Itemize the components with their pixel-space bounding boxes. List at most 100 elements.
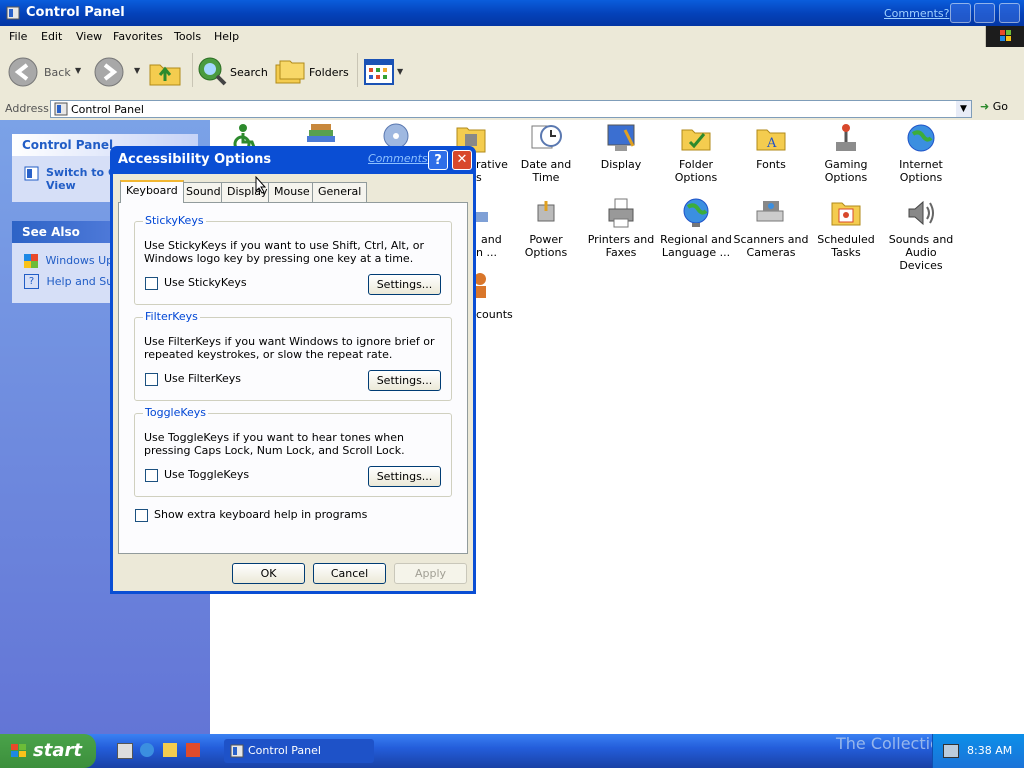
address-input[interactable]: Control Panel ▼ (50, 100, 972, 118)
extra-help-checkbox[interactable] (135, 509, 148, 522)
switch-view-link[interactable]: Switch to C View (24, 166, 116, 192)
switch-view-line2: View (46, 179, 76, 192)
joystick-icon (836, 124, 856, 151)
filterkeys-group: FilterKeys Use FilterKeys if you want Wi… (134, 310, 452, 401)
filterkeys-settings-button[interactable]: Settings... (368, 370, 441, 391)
stickykeys-settings-button[interactable]: Settings... (368, 274, 441, 295)
start-button[interactable]: start (0, 734, 96, 768)
partial-label-5: counts (476, 308, 513, 321)
menu-tools[interactable]: Tools (174, 30, 201, 43)
partial-network-icon[interactable] (474, 210, 490, 224)
start-label: start (33, 740, 82, 761)
minimize-button[interactable] (950, 3, 971, 23)
togglekeys-description: Use ToggleKeys if you want to hear tones… (144, 431, 405, 457)
show-desktop-icon[interactable] (117, 743, 133, 759)
ok-button[interactable]: OK (232, 563, 305, 584)
go-arrow-icon: ➜ (980, 100, 990, 113)
up-folder-icon[interactable] (148, 57, 182, 87)
maximize-button[interactable] (974, 3, 995, 23)
menu-favorites[interactable]: Favorites (113, 30, 163, 43)
cp-internet-options-label: Internet Options (899, 158, 943, 184)
see-also-help[interactable]: ? Help and Sup (24, 274, 120, 289)
filterkeys-title: FilterKeys (143, 310, 200, 323)
cancel-button[interactable]: Cancel (313, 563, 386, 584)
windows-flag-icon (11, 744, 26, 757)
media-player-icon[interactable] (186, 743, 200, 757)
cp-display-label: Display (600, 158, 642, 171)
toolbar: Back ▼ ▼ Search Folders ▼ (0, 47, 1024, 99)
calendar-icon (831, 202, 861, 226)
filterkeys-checkbox[interactable] (145, 373, 158, 386)
keyboard-tab-panel: StickyKeys Use StickyKeys if you want to… (118, 202, 468, 554)
cp-scanners-cameras-label: Scanners and Cameras (733, 233, 809, 259)
help-button[interactable]: ? (428, 150, 448, 170)
address-dropdown-icon[interactable]: ▼ (956, 101, 971, 117)
switch-view-line1: Switch to C (46, 166, 117, 179)
cp-printers-faxes[interactable]: Printers and Faxes (583, 197, 659, 259)
user-accounts-icon[interactable] (474, 272, 490, 298)
dialog-body: Keyboard Sound Display Mouse General Sti… (113, 174, 473, 591)
views-button[interactable]: ▼ (364, 59, 403, 88)
cp-gaming-options[interactable]: Gaming Options (808, 122, 884, 184)
cp-power-options[interactable]: Power Options (508, 197, 584, 259)
cp-fonts[interactable]: A Fonts (733, 122, 809, 171)
folders-label: Folders (309, 66, 349, 79)
cp-sounds-audio[interactable]: Sounds and Audio Devices (883, 197, 959, 272)
extra-help-label[interactable]: Show extra keyboard help in programs (154, 508, 367, 521)
internet-explorer-icon[interactable] (140, 743, 154, 757)
menu-view[interactable]: View (76, 30, 102, 43)
togglekeys-checkbox[interactable] (145, 469, 158, 482)
tab-mouse[interactable]: Mouse (268, 182, 316, 202)
cp-folder-options[interactable]: Folder Options (658, 122, 734, 184)
taskbar-control-panel[interactable]: Control Panel (224, 739, 374, 763)
tab-general[interactable]: General (312, 182, 368, 202)
togglekeys-checkbox-label[interactable]: Use ToggleKeys (164, 468, 249, 481)
explorer-icon[interactable] (163, 743, 177, 757)
window-titlebar[interactable]: Control Panel Comments? (0, 0, 1024, 26)
comments-link[interactable]: Comments? (884, 7, 949, 20)
display-icon (607, 124, 635, 151)
see-also-windows-update[interactable]: Windows Upd (24, 254, 120, 268)
tab-sound[interactable]: Sound (180, 182, 227, 202)
toolbar-divider (192, 53, 193, 87)
cp-display[interactable]: Display (583, 122, 659, 171)
cp-printers-faxes-label: Printers and Faxes (587, 233, 655, 259)
clock[interactable]: 8:38 AM (967, 744, 1012, 757)
tab-keyboard[interactable]: Keyboard (120, 180, 184, 203)
stickykeys-description: Use StickyKeys if you want to use Shift,… (144, 239, 424, 265)
control-panel-icon (6, 6, 20, 20)
folders-button[interactable]: Folders (274, 55, 349, 90)
power-icon (537, 201, 555, 222)
chevron-down-icon[interactable]: ▼ (397, 67, 403, 76)
folder-icon (681, 129, 711, 151)
filterkeys-description: Use FilterKeys if you want Windows to ig… (144, 335, 435, 361)
search-icon (198, 57, 227, 86)
cp-internet-options[interactable]: Internet Options (883, 122, 959, 184)
dialog-comments-link[interactable]: Comments? (368, 152, 433, 165)
speaker-icon (908, 200, 934, 226)
chevron-down-icon[interactable]: ▼ (75, 66, 81, 75)
network-icon[interactable] (943, 744, 959, 758)
forward-arrow-icon (94, 57, 124, 87)
stickykeys-checkbox-label[interactable]: Use StickyKeys (164, 276, 247, 289)
menu-help[interactable]: Help (214, 30, 239, 43)
go-button[interactable]: ➜ Go (980, 100, 1008, 113)
cp-scheduled-tasks[interactable]: Scheduled Tasks (808, 197, 884, 259)
search-button[interactable]: Search (196, 55, 268, 90)
close-button[interactable] (999, 3, 1020, 23)
apply-button[interactable]: Apply (394, 563, 467, 584)
forward-button[interactable]: ▼ (94, 57, 140, 90)
cp-regional-language[interactable]: Regional and Language ... (658, 197, 734, 259)
menu-edit[interactable]: Edit (41, 30, 62, 43)
cp-date-time[interactable]: Date and Time (508, 122, 584, 184)
cp-scanners-cameras[interactable]: Scanners and Cameras (733, 197, 809, 259)
back-button[interactable]: Back ▼ (8, 57, 81, 90)
cp-sounds-audio-label: Sounds and Audio Devices (888, 233, 954, 272)
togglekeys-settings-button[interactable]: Settings... (368, 466, 441, 487)
dialog-close-button[interactable]: ✕ (452, 150, 472, 170)
stickykeys-checkbox[interactable] (145, 277, 158, 290)
partial-label-2: s (476, 171, 482, 184)
chevron-down-icon[interactable]: ▼ (134, 66, 140, 75)
menu-file[interactable]: File (9, 30, 27, 43)
filterkeys-checkbox-label[interactable]: Use FilterKeys (164, 372, 241, 385)
